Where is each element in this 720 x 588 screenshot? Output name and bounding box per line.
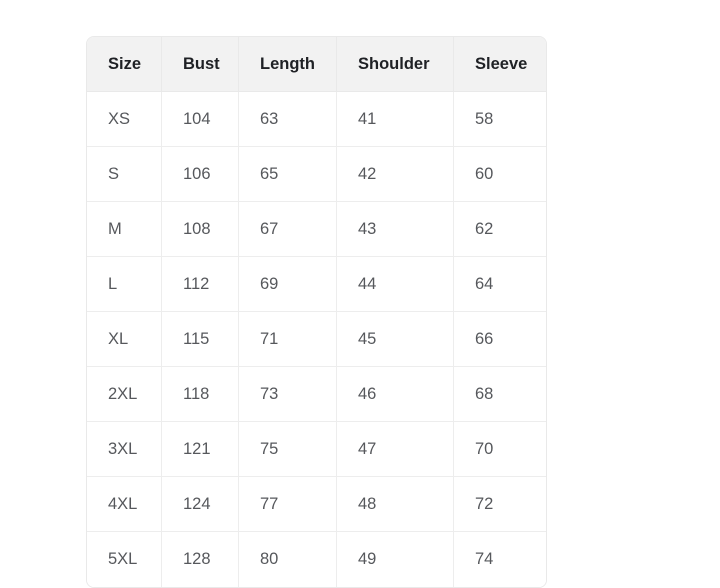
cell-sleeve: 70 bbox=[454, 422, 546, 477]
cell-bust: 108 bbox=[162, 202, 239, 257]
cell-bust: 106 bbox=[162, 147, 239, 202]
cell-size: 4XL bbox=[87, 477, 162, 532]
cell-shoulder: 44 bbox=[337, 257, 454, 312]
cell-size: L bbox=[87, 257, 162, 312]
cell-size: 2XL bbox=[87, 367, 162, 422]
cell-shoulder: 46 bbox=[337, 367, 454, 422]
cell-length: 80 bbox=[239, 532, 337, 587]
size-chart-container: Size Bust Length Shoulder Sleeve XS 104 63… bbox=[86, 36, 547, 588]
cell-sleeve: 60 bbox=[454, 147, 546, 202]
column-header-bust: Bust bbox=[162, 37, 239, 92]
cell-shoulder: 41 bbox=[337, 92, 454, 147]
cell-sleeve: 74 bbox=[454, 532, 546, 587]
column-header-shoulder: Shoulder bbox=[337, 37, 454, 92]
cell-sleeve: 66 bbox=[454, 312, 546, 367]
table-row: M 108 67 43 62 bbox=[87, 202, 546, 257]
size-chart-header: Size Bust Length Shoulder Sleeve bbox=[87, 37, 546, 92]
cell-size: 3XL bbox=[87, 422, 162, 477]
cell-shoulder: 47 bbox=[337, 422, 454, 477]
cell-bust: 104 bbox=[162, 92, 239, 147]
column-header-size: Size bbox=[87, 37, 162, 92]
cell-length: 77 bbox=[239, 477, 337, 532]
cell-shoulder: 43 bbox=[337, 202, 454, 257]
cell-length: 67 bbox=[239, 202, 337, 257]
table-row: 5XL 128 80 49 74 bbox=[87, 532, 546, 587]
cell-shoulder: 49 bbox=[337, 532, 454, 587]
table-row: 4XL 124 77 48 72 bbox=[87, 477, 546, 532]
cell-shoulder: 45 bbox=[337, 312, 454, 367]
cell-sleeve: 62 bbox=[454, 202, 546, 257]
cell-sleeve: 64 bbox=[454, 257, 546, 312]
column-header-length: Length bbox=[239, 37, 337, 92]
table-header-row: Size Bust Length Shoulder Sleeve bbox=[87, 37, 546, 92]
cell-length: 65 bbox=[239, 147, 337, 202]
cell-length: 75 bbox=[239, 422, 337, 477]
cell-bust: 118 bbox=[162, 367, 239, 422]
table-row: XL 115 71 45 66 bbox=[87, 312, 546, 367]
cell-sleeve: 58 bbox=[454, 92, 546, 147]
cell-bust: 124 bbox=[162, 477, 239, 532]
table-row: 3XL 121 75 47 70 bbox=[87, 422, 546, 477]
cell-sleeve: 68 bbox=[454, 367, 546, 422]
table-row: L 112 69 44 64 bbox=[87, 257, 546, 312]
cell-bust: 121 bbox=[162, 422, 239, 477]
cell-bust: 128 bbox=[162, 532, 239, 587]
cell-size: XL bbox=[87, 312, 162, 367]
column-header-sleeve: Sleeve bbox=[454, 37, 546, 92]
cell-shoulder: 42 bbox=[337, 147, 454, 202]
cell-size: M bbox=[87, 202, 162, 257]
cell-size: 5XL bbox=[87, 532, 162, 587]
table-row: XS 104 63 41 58 bbox=[87, 92, 546, 147]
cell-length: 71 bbox=[239, 312, 337, 367]
table-row: S 106 65 42 60 bbox=[87, 147, 546, 202]
cell-bust: 115 bbox=[162, 312, 239, 367]
cell-length: 73 bbox=[239, 367, 337, 422]
size-chart-body: XS 104 63 41 58 S 106 65 42 60 M 108 67 43 62 L 112 69 44 6… bbox=[87, 92, 546, 587]
size-chart-table: Size Bust Length Shoulder Sleeve XS 104 63… bbox=[86, 36, 547, 588]
table-row: 2XL 118 73 46 68 bbox=[87, 367, 546, 422]
cell-bust: 112 bbox=[162, 257, 239, 312]
cell-length: 63 bbox=[239, 92, 337, 147]
cell-sleeve: 72 bbox=[454, 477, 546, 532]
cell-size: XS bbox=[87, 92, 162, 147]
cell-length: 69 bbox=[239, 257, 337, 312]
cell-size: S bbox=[87, 147, 162, 202]
cell-shoulder: 48 bbox=[337, 477, 454, 532]
